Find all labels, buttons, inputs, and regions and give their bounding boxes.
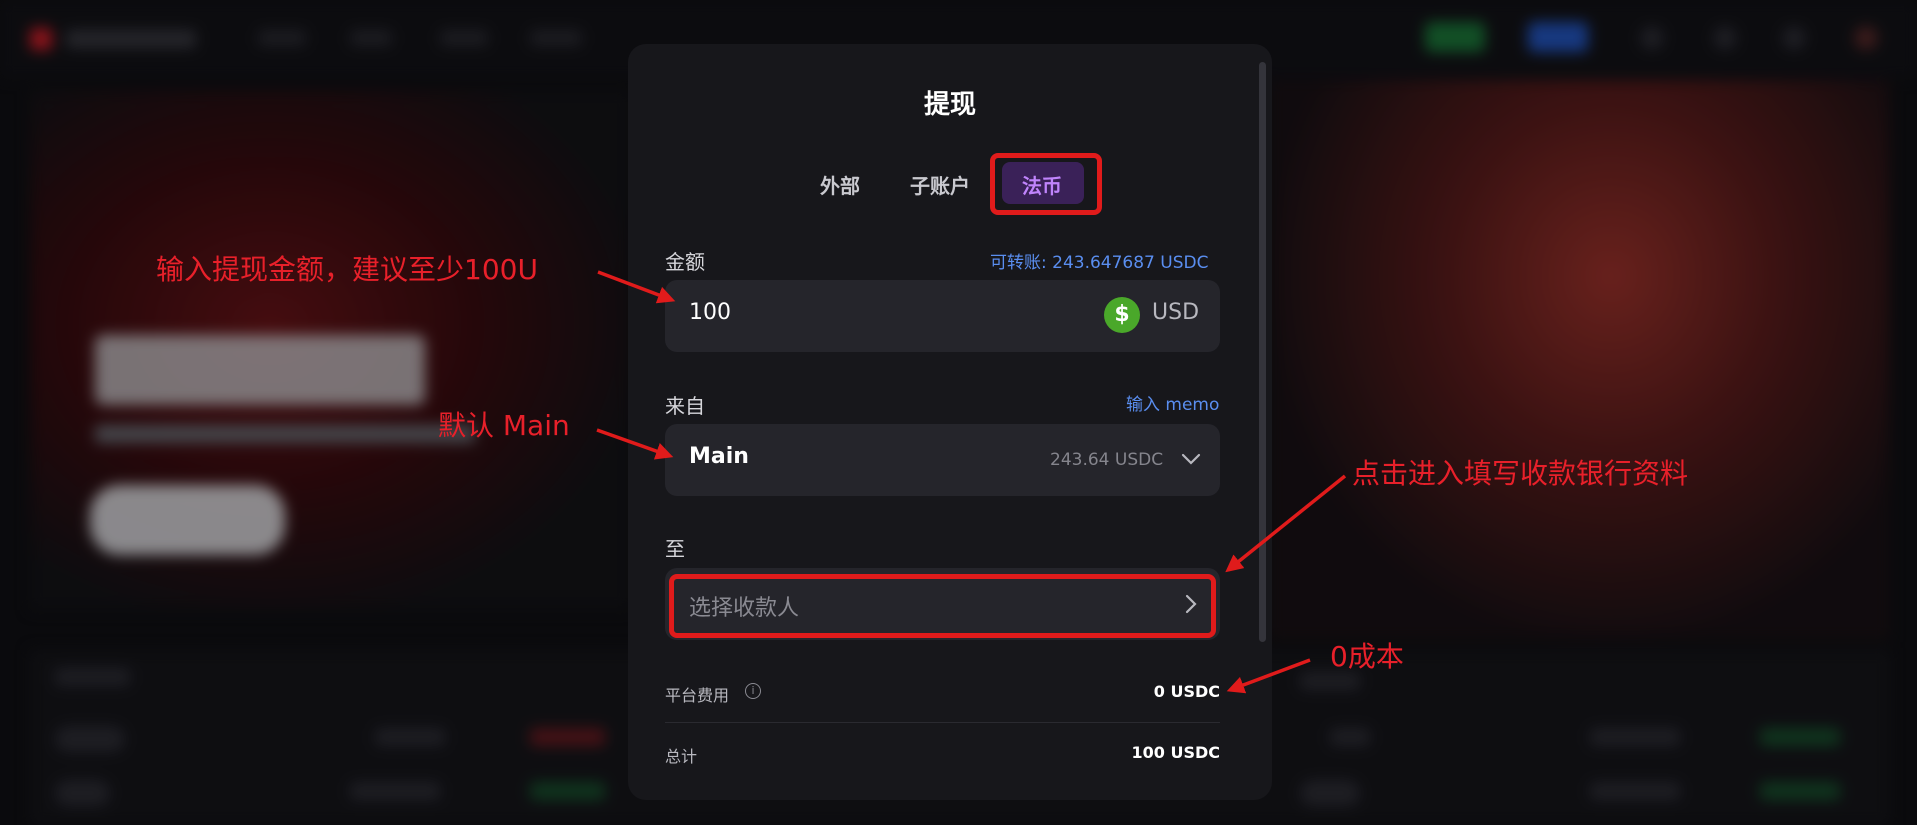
arrow-amount — [597, 270, 676, 304]
annotation-arrows — [596, 270, 1347, 694]
arrow-payee — [1225, 474, 1347, 573]
arrow-from — [596, 428, 674, 460]
arrow-fee — [1226, 658, 1311, 694]
